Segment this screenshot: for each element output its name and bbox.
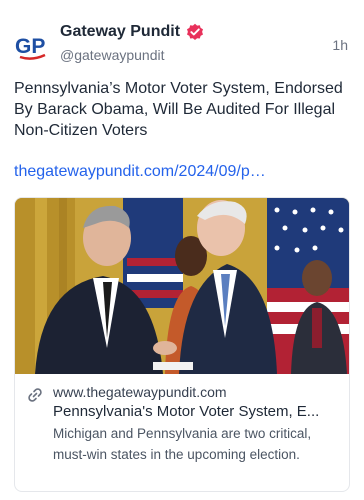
link-icon: [28, 388, 42, 402]
card-title[interactable]: Pennsylvania's Motor Voter System, E...: [53, 403, 339, 420]
card-domain[interactable]: www.thegatewaypundit.com: [53, 384, 227, 400]
author-name[interactable]: Gateway Pundit: [60, 23, 204, 41]
author-handle[interactable]: @gatewaypundit: [60, 47, 165, 63]
verified-badge-icon: [187, 23, 204, 40]
post-time[interactable]: 1h: [332, 37, 348, 53]
card-description: Michigan and Pennsylvania are two critic…: [53, 426, 312, 462]
avatar[interactable]: GP: [14, 28, 50, 64]
author-name-text[interactable]: Gateway Pundit: [60, 23, 180, 41]
link-preview-card[interactable]: www.thegatewaypundit.com Pennsylvania's …: [14, 197, 350, 492]
post-text: Pennsylvania’s Motor Voter System, Endor…: [14, 80, 343, 139]
post: GP Gateway Pundit @gatewaypundit 1h Penn…: [0, 0, 364, 500]
avatar-text: GP: [15, 35, 45, 58]
gateway-pundit-logo: GP: [15, 35, 46, 60]
post-link[interactable]: thegatewaypundit.com/2024/09/p…: [14, 163, 354, 181]
card-image[interactable]: [15, 198, 349, 374]
